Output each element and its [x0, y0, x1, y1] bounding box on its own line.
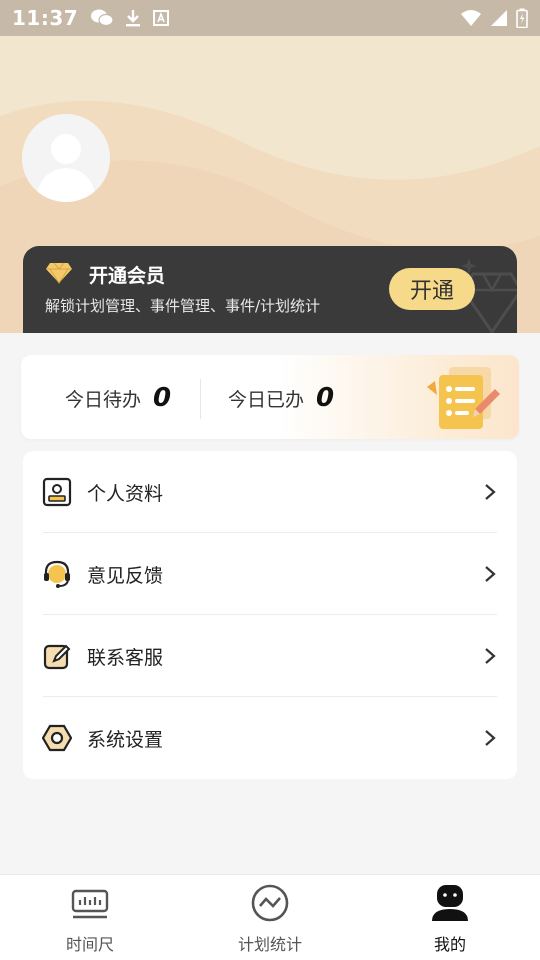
signal-icon — [491, 10, 507, 26]
nav-label-plan-stats: 计划统计 — [237, 935, 302, 954]
chevron-right-icon — [485, 730, 496, 746]
menu-item-feedback[interactable]: 意见反馈 — [23, 533, 517, 615]
chevron-right-icon — [485, 484, 496, 500]
today-done-label: 今日已办 — [228, 389, 305, 411]
today-done-count: 0 — [316, 383, 335, 413]
task-list-illustration-icon — [427, 367, 500, 429]
user-icon — [432, 885, 468, 921]
vip-open-button[interactable]: 开通 — [389, 268, 475, 310]
nav-label-mine: 我的 — [433, 935, 466, 954]
id-card-icon — [42, 477, 72, 507]
menu-label-settings: 系统设置 — [87, 728, 164, 751]
menu-item-contact-service[interactable]: 联系客服 — [23, 615, 517, 697]
wechat-icon — [91, 9, 114, 27]
today-summary-card: 今日待办 0 今日已办 0 — [21, 355, 519, 439]
vip-title: 开通会员 — [89, 265, 166, 287]
nav-label-time-ruler: 时间尺 — [65, 935, 114, 954]
vip-description: 解锁计划管理、事件管理、事件/计划统计 — [45, 297, 321, 315]
nav-item-plan-stats[interactable]: 计划统计 — [180, 875, 360, 960]
menu-item-settings[interactable]: 系统设置 — [23, 697, 517, 779]
keyboard-a-icon — [153, 10, 170, 26]
today-pending-label: 今日待办 — [65, 389, 142, 411]
diamond-icon — [46, 262, 72, 284]
edit-note-icon — [43, 644, 71, 670]
nav-item-mine[interactable]: 我的 — [360, 875, 540, 960]
today-pending[interactable]: 今日待办 0 — [65, 383, 171, 413]
settings-hex-icon — [42, 724, 72, 752]
settings-menu: 个人资料 意见反馈 联系客服 系统设置 — [23, 451, 517, 779]
trend-circle-icon — [251, 884, 289, 922]
avatar[interactable] — [22, 114, 110, 202]
menu-label-feedback: 意见反馈 — [87, 564, 164, 587]
menu-item-profile[interactable]: 个人资料 — [23, 451, 517, 533]
vip-banner[interactable]: 开通会员 解锁计划管理、事件管理、事件/计划统计 开通 — [23, 246, 517, 333]
chevron-right-icon — [485, 648, 496, 664]
battery-icon — [516, 8, 528, 28]
download-icon — [126, 10, 141, 27]
chevron-right-icon — [485, 566, 496, 582]
status-bar: 11:37 — [0, 0, 540, 36]
headset-icon — [44, 560, 70, 588]
status-time: 11:37 — [12, 6, 79, 30]
nav-item-time-ruler[interactable]: 时间尺 — [0, 875, 180, 960]
today-done[interactable]: 今日已办 0 — [228, 383, 334, 413]
default-avatar-icon — [22, 114, 110, 202]
today-divider — [200, 379, 201, 419]
bottom-navigation: 时间尺 计划统计 我的 — [0, 874, 540, 960]
wifi-icon — [461, 10, 481, 26]
ruler-icon — [71, 889, 109, 919]
menu-label-profile: 个人资料 — [87, 482, 164, 505]
today-pending-count: 0 — [153, 383, 172, 413]
menu-label-contact-service: 联系客服 — [87, 646, 164, 669]
